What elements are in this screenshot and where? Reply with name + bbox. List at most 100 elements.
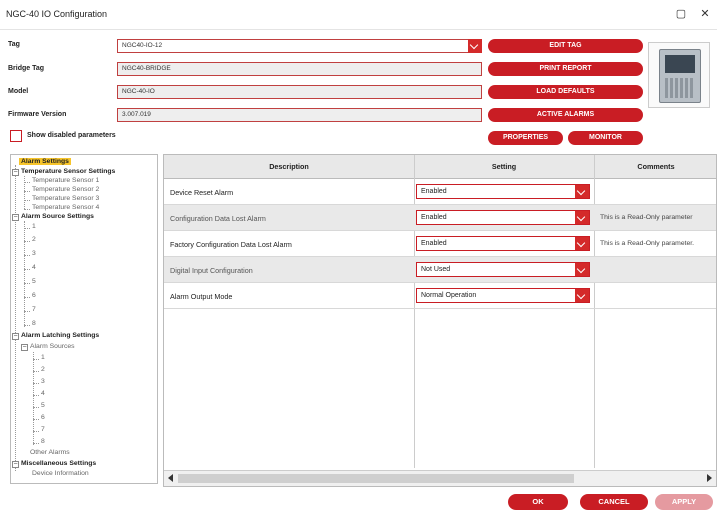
- chevron-down-icon[interactable]: [575, 289, 589, 302]
- monitor-button[interactable]: MONITOR: [568, 131, 643, 145]
- table-row: Digital Input Configuration Not Used: [164, 257, 716, 283]
- tree-item-alarm-source-5[interactable]: 5: [32, 278, 36, 285]
- chevron-down-icon[interactable]: [575, 237, 589, 250]
- tree-item-alarm-latching-settings[interactable]: Alarm Latching Settings: [21, 332, 99, 339]
- show-disabled-label: Show disabled parameters: [27, 132, 116, 139]
- firmware-field: 3.007.019: [117, 108, 482, 122]
- chevron-down-icon[interactable]: [575, 211, 589, 224]
- tree-guide: [24, 297, 30, 298]
- row-description: Alarm Output Mode: [170, 292, 233, 301]
- tree-guide: [24, 200, 30, 201]
- parameters-table: Description Setting Comments Device Rese…: [163, 154, 717, 487]
- collapse-icon[interactable]: −: [12, 333, 19, 340]
- ok-button[interactable]: OK: [508, 494, 568, 510]
- settings-tree[interactable]: Alarm Settings − Temperature Sensor Sett…: [10, 154, 158, 484]
- tag-dropdown-arrow-icon[interactable]: [468, 39, 482, 53]
- collapse-icon[interactable]: −: [12, 214, 19, 221]
- tree-item-alarm-source-7[interactable]: 7: [32, 306, 36, 313]
- title-bar: NGC-40 IO Configuration ▢ ✕: [0, 0, 717, 30]
- tree-item-alarm-source-settings[interactable]: Alarm Source Settings: [21, 213, 94, 220]
- tree-item-latching-source-5[interactable]: 5: [41, 402, 45, 409]
- tree-item-temperature-sensor-3[interactable]: Temperature Sensor 3: [32, 195, 99, 202]
- tree-item-miscellaneous-settings[interactable]: Miscellaneous Settings: [21, 460, 96, 467]
- properties-button[interactable]: PROPERTIES: [488, 131, 563, 145]
- tree-guide: [33, 359, 39, 360]
- tree-guide: [33, 371, 39, 372]
- column-header-setting[interactable]: Setting: [414, 155, 594, 179]
- tree-item-latching-source-8[interactable]: 8: [41, 438, 45, 445]
- setting-select[interactable]: Enabled: [416, 236, 590, 251]
- row-description: Configuration Data Lost Alarm: [170, 214, 266, 223]
- collapse-icon[interactable]: −: [21, 344, 28, 351]
- table-header: Description Setting Comments: [164, 155, 716, 179]
- column-header-description[interactable]: Description: [164, 155, 414, 179]
- setting-select[interactable]: Normal Operation: [416, 288, 590, 303]
- device-screen: [665, 55, 695, 73]
- tree-guide: [24, 182, 30, 183]
- tree-item-alarm-source-2[interactable]: 2: [32, 236, 36, 243]
- tree-item-alarm-source-8[interactable]: 8: [32, 320, 36, 327]
- cancel-button[interactable]: CANCEL: [580, 494, 648, 510]
- load-defaults-button[interactable]: LOAD DEFAULTS: [488, 85, 643, 99]
- scroll-right-icon[interactable]: [707, 474, 712, 482]
- tree-guide: [33, 407, 39, 408]
- chevron-down-icon[interactable]: [575, 185, 589, 198]
- tree-item-latching-alarm-sources[interactable]: Alarm Sources: [30, 343, 75, 350]
- chevron-down-icon[interactable]: [575, 263, 589, 276]
- tree-item-alarm-source-4[interactable]: 4: [32, 264, 36, 271]
- tree-item-other-alarms[interactable]: Other Alarms: [30, 449, 70, 456]
- tree-item-temperature-sensor-4[interactable]: Temperature Sensor 4: [32, 204, 99, 211]
- tag-label: Tag: [8, 41, 20, 48]
- tag-value: NGC40-IO-12: [122, 42, 163, 49]
- tree-guide: [24, 269, 30, 270]
- active-alarms-button[interactable]: ACTIVE ALARMS: [488, 108, 643, 122]
- tree-item-latching-source-1[interactable]: 1: [41, 354, 45, 361]
- device-image: [648, 42, 710, 108]
- tree-guide: [24, 191, 30, 192]
- setting-select[interactable]: Not Used: [416, 262, 590, 277]
- collapse-icon[interactable]: −: [12, 169, 19, 176]
- apply-button[interactable]: APPLY: [655, 494, 713, 510]
- maximize-button[interactable]: ▢: [672, 5, 690, 23]
- bridge-tag-value: NGC40-BRIDGE: [122, 65, 171, 72]
- scrollbar-thumb[interactable]: [178, 474, 574, 483]
- tree-item-latching-source-6[interactable]: 6: [41, 414, 45, 421]
- firmware-label: Firmware Version: [8, 111, 67, 118]
- tree-item-latching-source-4[interactable]: 4: [41, 390, 45, 397]
- collapse-icon[interactable]: −: [12, 461, 19, 468]
- tree-guide: [33, 395, 39, 396]
- tree-item-latching-source-2[interactable]: 2: [41, 366, 45, 373]
- show-disabled-checkbox[interactable]: [10, 130, 22, 142]
- scroll-left-icon[interactable]: [168, 474, 173, 482]
- tree-item-alarm-source-1[interactable]: 1: [32, 223, 36, 230]
- firmware-value: 3.007.019: [122, 111, 151, 118]
- tree-item-temperature-sensor-2[interactable]: Temperature Sensor 2: [32, 186, 99, 193]
- setting-value: Enabled: [421, 214, 447, 221]
- edit-tag-button[interactable]: EDIT TAG: [488, 39, 643, 53]
- column-header-comments[interactable]: Comments: [594, 155, 716, 179]
- horizontal-scrollbar[interactable]: [164, 470, 716, 486]
- tree-guide: [24, 241, 30, 242]
- tree-item-device-information[interactable]: Device Information: [32, 470, 89, 477]
- tag-input[interactable]: NGC40-IO-12: [117, 39, 482, 53]
- print-report-button[interactable]: PRINT REPORT: [488, 62, 643, 76]
- window-title: NGC-40 IO Configuration: [6, 9, 108, 19]
- bridge-tag-field: NGC40-BRIDGE: [117, 62, 482, 76]
- tree-guide: [33, 431, 39, 432]
- bridge-tag-label: Bridge Tag: [8, 65, 45, 72]
- tree-item-temperature-sensor-settings[interactable]: Temperature Sensor Settings: [21, 168, 115, 175]
- tree-item-temperature-sensor-1[interactable]: Temperature Sensor 1: [32, 177, 99, 184]
- row-description: Digital Input Configuration: [170, 266, 253, 275]
- tree-item-alarm-source-6[interactable]: 6: [32, 292, 36, 299]
- tree-guide: [24, 209, 30, 210]
- setting-select[interactable]: Enabled: [416, 184, 590, 199]
- tree-item-alarm-settings[interactable]: Alarm Settings: [19, 158, 71, 165]
- tree-item-latching-source-7[interactable]: 7: [41, 426, 45, 433]
- setting-select[interactable]: Enabled: [416, 210, 590, 225]
- tree-item-latching-source-3[interactable]: 3: [41, 378, 45, 385]
- setting-value: Enabled: [421, 240, 447, 247]
- row-comment: This is a Read-Only parameter.: [600, 240, 695, 247]
- tree-item-alarm-source-3[interactable]: 3: [32, 250, 36, 257]
- setting-value: Not Used: [421, 266, 451, 273]
- close-button[interactable]: ✕: [696, 5, 714, 23]
